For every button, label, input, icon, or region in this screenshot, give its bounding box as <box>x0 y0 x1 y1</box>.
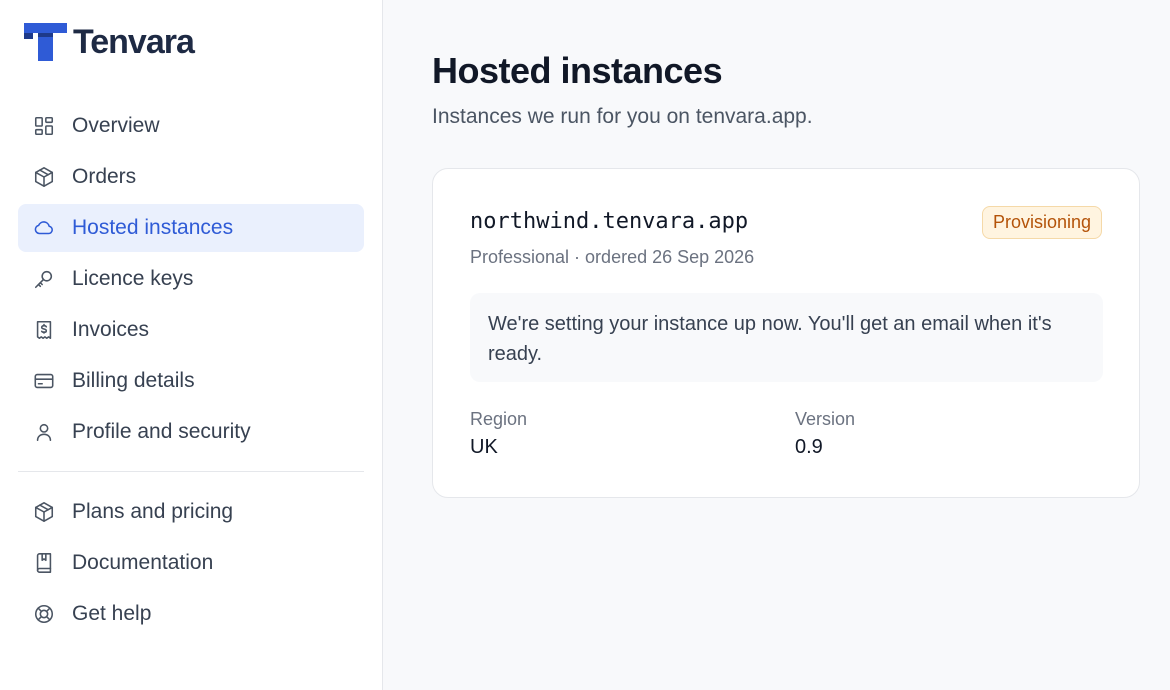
page-subtitle: Instances we run for you on tenvara.app. <box>432 105 813 128</box>
brand-name: Tenvara <box>73 23 195 61</box>
tenvara-logo-icon <box>24 23 67 61</box>
sidebar-item-plans-and-pricing[interactable]: Plans and pricing <box>18 488 364 536</box>
sidebar-item-hosted-instances[interactable]: Hosted instances <box>18 204 364 252</box>
sidebar-item-label: Licence keys <box>72 267 194 290</box>
sidebar-item-label: Billing details <box>72 369 195 392</box>
lifebuoy-icon <box>32 602 56 626</box>
box-icon <box>32 500 56 524</box>
sidebar-item-billing-details[interactable]: Billing details <box>18 357 364 405</box>
sidebar-item-label: Get help <box>72 602 152 625</box>
sidebar-item-label: Documentation <box>72 551 214 574</box>
book-icon <box>32 551 56 575</box>
sidebar-item-label: Hosted instances <box>72 216 234 239</box>
user-icon <box>32 420 56 444</box>
sidebar-item-documentation[interactable]: Documentation <box>18 539 364 587</box>
sidebar-nav: Overview Orders Hosted instances Licence… <box>18 102 364 641</box>
status-badge: Provisioning <box>981 206 1102 239</box>
sidebar-item-licence-keys[interactable]: Licence keys <box>18 255 364 303</box>
key-icon <box>32 267 56 291</box>
page-title: Hosted instances <box>432 50 723 91</box>
sidebar: Tenvara Overview Orders Hosted instances <box>0 0 383 690</box>
brand[interactable]: Tenvara <box>24 23 195 61</box>
box-icon <box>32 165 56 189</box>
instance-hostname[interactable]: northwind.tenvara.app <box>470 209 748 234</box>
credit-card-icon <box>32 369 56 393</box>
version-value: 0.9 <box>795 436 823 458</box>
version-label: Version <box>795 409 856 429</box>
sidebar-item-profile-and-security[interactable]: Profile and security <box>18 408 364 456</box>
provisioning-notice: We're setting your instance up now. You'… <box>470 293 1103 382</box>
sidebar-item-label: Invoices <box>72 318 150 341</box>
sidebar-item-label: Profile and security <box>72 420 251 443</box>
region-field: Region UK <box>470 409 527 459</box>
region-label: Region <box>470 409 528 429</box>
cloud-icon <box>32 216 56 240</box>
sidebar-item-label: Plans and pricing <box>72 500 234 523</box>
sidebar-item-invoices[interactable]: Invoices <box>18 306 364 354</box>
sidebar-item-label: Orders <box>72 165 137 188</box>
sidebar-item-label: Overview <box>72 114 160 137</box>
instance-card: northwind.tenvara.app Provisioning Profe… <box>432 168 1140 498</box>
sidebar-item-orders[interactable]: Orders <box>18 153 364 201</box>
version-field: Version 0.9 <box>795 409 855 459</box>
main-content: Hosted instances Instances we run for yo… <box>383 0 1170 690</box>
dashboard-icon <box>32 114 56 138</box>
sidebar-item-overview[interactable]: Overview <box>18 102 364 150</box>
sidebar-item-get-help[interactable]: Get help <box>18 590 364 638</box>
instance-plan-meta: Professional · ordered 26 Sep 2026 <box>470 247 755 267</box>
region-value: UK <box>470 436 498 458</box>
app-shell: Tenvara Overview Orders Hosted instances <box>0 0 1170 690</box>
sidebar-divider <box>18 471 364 472</box>
receipt-icon <box>32 318 56 342</box>
